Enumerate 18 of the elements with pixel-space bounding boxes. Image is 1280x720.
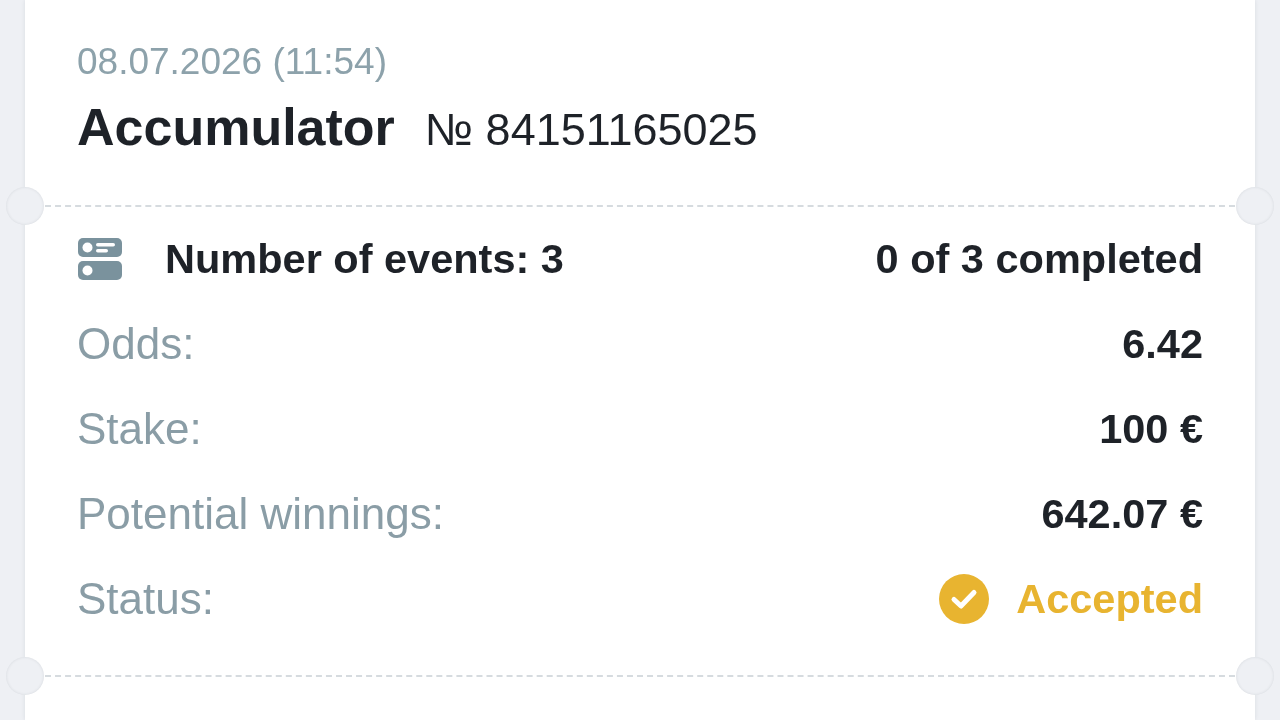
detail-value: 642.07 € — [1041, 488, 1203, 539]
bet-number: № 84151165025 — [424, 103, 758, 157]
detail-label: Status: — [77, 573, 214, 624]
detail-value: 100 € — [1099, 403, 1203, 454]
detail-label: Odds: — [77, 318, 195, 369]
bet-date: 08.07.2026 (11:54) — [77, 40, 388, 84]
detail-label: Stake: — [77, 403, 202, 454]
detail-value: 6.42 — [1122, 318, 1203, 369]
events-count: Number of events: 3 — [165, 233, 564, 284]
list-icon — [78, 237, 122, 280]
completed-count: 0 of 3 completed — [875, 233, 1203, 284]
ticket-notch — [6, 187, 44, 225]
detail-label: Potential winnings: — [77, 488, 444, 539]
status-value: Accepted — [1016, 573, 1203, 624]
ticket-notch — [6, 657, 44, 695]
ticket-notch — [1236, 657, 1274, 695]
ticket-notch — [1236, 187, 1274, 225]
bet-type-title: Accumulator — [77, 97, 395, 157]
